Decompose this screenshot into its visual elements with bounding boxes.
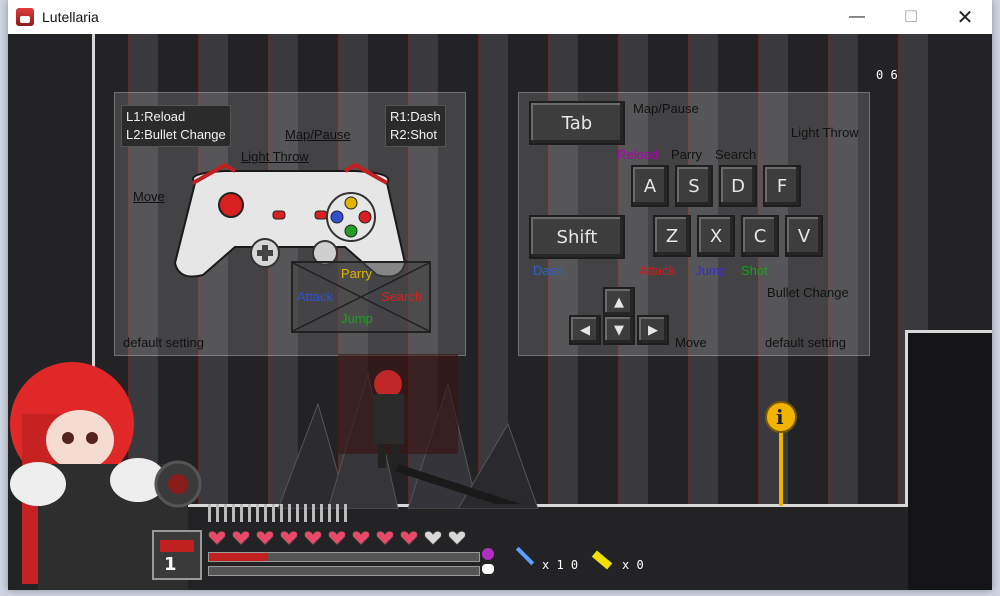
heart-full-icon [304, 530, 322, 546]
exp-bar [208, 566, 480, 576]
s-key: S [675, 165, 713, 207]
ammo-tick [272, 504, 275, 522]
r2-label: R2:Shot [390, 127, 437, 142]
keyboard-dash-label: Dash [533, 263, 564, 278]
keyboard-jump-label: Jump [695, 263, 727, 278]
arrow-left-key: ◀ [569, 315, 601, 345]
a-key: A [631, 165, 669, 207]
ammo-tick [240, 504, 243, 522]
ammo-tick [232, 504, 235, 522]
keyboard-bullet-change-label: Bullet Change [767, 285, 849, 300]
ammo-tick [296, 504, 299, 522]
weapon-slot-number: 1 [164, 554, 177, 575]
ammo-tick [208, 504, 211, 522]
app-icon [16, 8, 34, 26]
gamepad-default-setting: default setting [123, 335, 204, 350]
ammo-tick [280, 504, 283, 522]
gamepad-map-pause-label: Map/Pause [285, 127, 351, 142]
keyboard-map-pause-label: Map/Pause [633, 101, 699, 116]
l-buttons-label: L1:Reload L2:Bullet Change [121, 105, 231, 147]
key-count: x 0 [622, 558, 644, 572]
l2-label: L2:Bullet Change [126, 127, 226, 142]
close-button[interactable]: ✕ [942, 0, 988, 34]
r1-label: R1:Dash [390, 109, 441, 124]
gamepad-attack-label: Attack [297, 289, 334, 304]
minimize-button[interactable]: — [834, 0, 880, 34]
gamepad-move-label: Move [133, 189, 165, 204]
keyboard-controls-panel: Tab Map/Pause Light Throw Reload Parry S… [518, 92, 870, 356]
health-bar-fill [209, 553, 269, 561]
ammo-tick [256, 504, 259, 522]
weapon-slot[interactable]: 1 [152, 530, 202, 580]
d-key: D [719, 165, 757, 207]
player-character [374, 370, 532, 504]
heart-full-icon [208, 530, 226, 546]
ammo-tick [304, 504, 307, 522]
ammo-tick [312, 504, 315, 522]
c-key: C [741, 215, 779, 257]
heart-full-icon [256, 530, 274, 546]
heart-empty-icon [448, 530, 466, 546]
room-counter: 0 6 [876, 68, 898, 82]
ammo-tick [328, 504, 331, 522]
keyboard-move-label: Move [675, 335, 707, 350]
key-icon [591, 550, 613, 570]
gamepad-jump-label: Jump [341, 311, 373, 326]
keyboard-attack-label: Attack [639, 263, 676, 278]
heart-full-icon [376, 530, 394, 546]
tab-key: Tab [529, 101, 625, 145]
ammo-tick [288, 504, 291, 522]
heart-full-icon [328, 530, 346, 546]
heart-full-icon [352, 530, 370, 546]
v-key: V [785, 215, 823, 257]
gamepad-search-label: Search [381, 289, 423, 304]
knife-icon [515, 546, 535, 566]
knife-count: x 1 0 [542, 558, 579, 572]
soul-icon [482, 564, 494, 574]
heart-full-icon [232, 530, 250, 546]
gamepad-controls-panel: L1:Reload L2:Bullet Change R1:Dash R2:Sh… [114, 92, 466, 356]
keyboard-reload-label: Reload [617, 147, 659, 162]
window-title: Lutellaria [42, 9, 99, 25]
ammo-tick [224, 504, 227, 522]
info-icon: i [776, 405, 784, 429]
ammo-tick [216, 504, 219, 522]
keyboard-parry-label: Parry [671, 147, 703, 162]
heart-full-icon [400, 530, 418, 546]
z-key: Z [653, 215, 691, 257]
r-buttons-label: R1:Dash R2:Shot [385, 105, 446, 147]
arrow-right-key: ▶ [637, 315, 669, 345]
ammo-tick [320, 504, 323, 522]
game-window: Lutellaria — ☐ ✕ 0 6 L1:Reload L2:Bullet [8, 0, 992, 590]
title-bar: Lutellaria — ☐ ✕ [8, 0, 992, 35]
ammo-tick [248, 504, 251, 522]
ammo-tick [264, 504, 267, 522]
potion-icon [482, 548, 494, 560]
heart-empty-icon [424, 530, 442, 546]
keyboard-shot-label: Shot [741, 263, 768, 278]
f-key: F [763, 165, 801, 207]
game-viewport[interactable]: 0 6 L1:Reload L2:Bullet Change R1:Dash R… [8, 34, 992, 590]
l1-label: L1:Reload [126, 109, 186, 124]
heart-full-icon [280, 530, 298, 546]
keyboard-light-throw-label: Light Throw [791, 125, 859, 140]
ammo-tick [336, 504, 339, 522]
health-bar [208, 552, 480, 562]
arrow-down-key: ▼ [603, 315, 635, 345]
maximize-button[interactable]: ☐ [888, 0, 934, 34]
x-key: X [697, 215, 735, 257]
keyboard-search-label: Search [715, 147, 757, 162]
ledge-block [908, 333, 992, 590]
weapon-icon [160, 540, 194, 552]
keyboard-default-setting: default setting [765, 335, 846, 350]
arrow-up-key: ▲ [603, 287, 635, 317]
shift-key: Shift [529, 215, 625, 259]
gamepad-parry-label: Parry [341, 266, 373, 281]
face-buttons-legend: Parry Attack Search Jump [291, 261, 431, 333]
ammo-tick [344, 504, 347, 522]
